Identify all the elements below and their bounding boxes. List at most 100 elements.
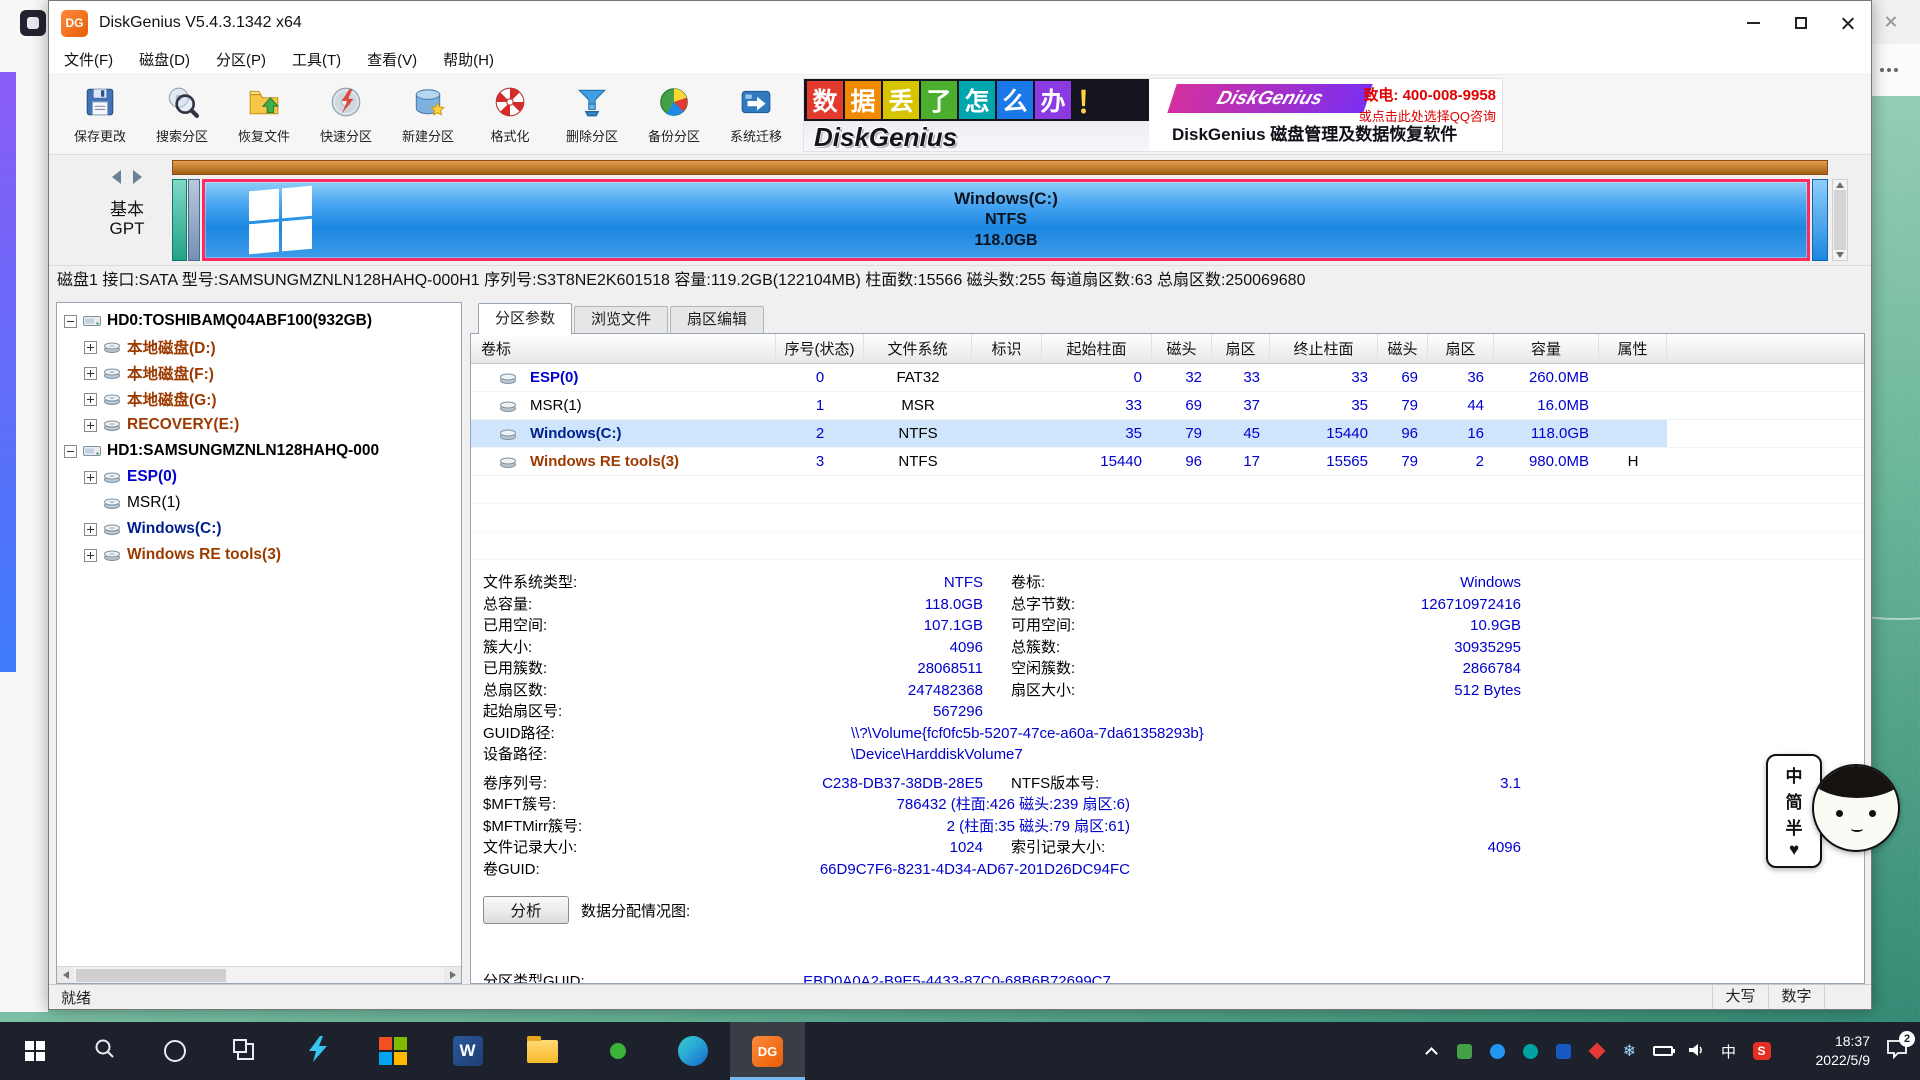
expand-icon[interactable] (84, 471, 97, 484)
col-start-sector[interactable]: 扇区 (1212, 334, 1270, 363)
tray-icon-blue-square[interactable] (1547, 1022, 1580, 1080)
backup-partition-button[interactable]: 备份分区 (633, 78, 715, 152)
esp-partition-segment[interactable] (172, 179, 187, 261)
expand-icon[interactable] (84, 393, 97, 406)
next-disk-icon[interactable] (133, 170, 142, 184)
app-edge[interactable] (655, 1022, 730, 1080)
quick-partition-button[interactable]: 快速分区 (305, 78, 387, 152)
taskbar-search-button[interactable] (70, 1022, 140, 1080)
app-word[interactable]: W (430, 1022, 505, 1080)
col-filesystem[interactable]: 文件系统 (864, 334, 972, 363)
expand-icon[interactable] (84, 367, 97, 380)
col-serial[interactable]: 序号(状态) (776, 334, 864, 363)
scroll-left-icon[interactable] (57, 967, 74, 983)
expand-icon[interactable] (84, 523, 97, 536)
tree-item-windows-c[interactable]: Windows(C:) (57, 516, 461, 542)
tray-icon-red[interactable] (1580, 1022, 1613, 1080)
tree-item-windows-re[interactable]: Windows RE tools(3) (57, 542, 461, 568)
windows-c-partition-segment[interactable]: Windows(C:) NTFS 118.0GB (202, 179, 1810, 261)
table-row-windows-re[interactable]: Windows RE tools(3) 3 NTFS 15440 96 17 1… (471, 448, 1864, 476)
tree-item-local-g[interactable]: 本地磁盘(G:) (57, 386, 461, 412)
menu-file[interactable]: 文件(F) (51, 49, 126, 70)
col-capacity[interactable]: 容量 (1494, 334, 1599, 363)
tree-item-hd1[interactable]: HD1:SAMSUNGMZNLN128HAHQ-000 (57, 438, 461, 464)
minimize-button[interactable] (1730, 1, 1777, 45)
delete-partition-button[interactable]: 删除分区 (551, 78, 633, 152)
tray-battery-icon[interactable] (1646, 1022, 1679, 1080)
prev-disk-icon[interactable] (112, 170, 121, 184)
app-green-browser[interactable] (580, 1022, 655, 1080)
task-view-button[interactable] (210, 1022, 280, 1080)
app-file-explorer[interactable] (505, 1022, 580, 1080)
menu-disk[interactable]: 磁盘(D) (126, 49, 203, 70)
tray-expand-button[interactable] (1415, 1022, 1448, 1080)
tray-icon-green[interactable] (1448, 1022, 1481, 1080)
app-lightning[interactable] (280, 1022, 355, 1080)
col-start-head[interactable]: 磁头 (1152, 334, 1212, 363)
tree-item-recovery-e[interactable]: RECOVERY(E:) (57, 412, 461, 438)
recover-files-button[interactable]: 恢复文件 (223, 78, 305, 152)
search-partition-button[interactable]: 搜索分区 (141, 78, 223, 152)
table-row-esp[interactable]: ESP(0) 0 FAT32 0 32 33 33 69 36 260.0MB (471, 364, 1864, 392)
re-tools-partition-segment[interactable] (1812, 179, 1828, 261)
collapse-icon[interactable] (64, 445, 77, 458)
taskbar-clock[interactable]: 18:37 2022/5/9 (1778, 1032, 1874, 1070)
maximize-button[interactable] (1777, 1, 1824, 45)
graph-vertical-scrollbar[interactable] (1832, 179, 1848, 261)
scroll-thumb[interactable] (1834, 190, 1846, 250)
system-migration-button[interactable]: 系统迁移 (715, 78, 797, 152)
menu-partition[interactable]: 分区(P) (203, 49, 279, 70)
col-volume[interactable]: 卷标 (471, 334, 776, 363)
tree-item-local-d[interactable]: 本地磁盘(D:) (57, 334, 461, 360)
col-end-cylinder[interactable]: 终止柱面 (1270, 334, 1378, 363)
tray-icon-blue-circle[interactable] (1481, 1022, 1514, 1080)
ime-status-widget[interactable]: 中 简 半 ♥ (1766, 752, 1906, 874)
menu-help[interactable]: 帮助(H) (430, 49, 507, 70)
menu-view[interactable]: 查看(V) (354, 49, 430, 70)
table-row-windows-c-selected[interactable]: Windows(C:) 2 NTFS 35 79 45 15440 96 16 … (471, 420, 1864, 448)
tray-volume-icon[interactable] (1679, 1022, 1712, 1080)
table-row-msr[interactable]: MSR(1) 1 MSR 33 69 37 35 79 44 16.0MB (471, 392, 1864, 420)
save-changes-button[interactable]: 保存更改 (59, 78, 141, 152)
app-microsoft[interactable] (355, 1022, 430, 1080)
tray-icon-teal[interactable] (1514, 1022, 1547, 1080)
menu-tools[interactable]: 工具(T) (279, 49, 354, 70)
scroll-down-icon[interactable] (1836, 252, 1844, 258)
col-flag[interactable]: 标识 (972, 334, 1042, 363)
cortana-button[interactable] (140, 1022, 210, 1080)
tree-item-hd0[interactable]: HD0:TOSHIBAMQ04ABF100(932GB) (57, 308, 461, 334)
scroll-up-icon[interactable] (1836, 182, 1844, 188)
app-diskgenius-active[interactable]: DG (730, 1022, 805, 1080)
ime-mascot[interactable] (1812, 756, 1904, 862)
tree-item-local-f[interactable]: 本地磁盘(F:) (57, 360, 461, 386)
expand-icon[interactable] (84, 341, 97, 354)
col-start-cylinder[interactable]: 起始柱面 (1042, 334, 1152, 363)
action-center-button[interactable]: 2 (1874, 1022, 1920, 1080)
ad-banner[interactable]: 数 据 丢 了 怎 么 办 ！ DiskGenius DiskGenius 致电… (803, 78, 1503, 152)
start-button[interactable] (0, 1022, 70, 1080)
col-end-sector[interactable]: 扇区 (1428, 334, 1494, 363)
collapse-icon[interactable] (64, 315, 77, 328)
detail-value: 2 (柱面:35 磁头:79 扇区:61) (688, 816, 1226, 838)
analyze-button[interactable]: 分析 (483, 896, 569, 924)
msr-partition-segment[interactable] (188, 179, 200, 261)
col-end-head[interactable]: 磁头 (1378, 334, 1428, 363)
scroll-right-icon[interactable] (444, 967, 461, 983)
tray-snowflake-icon[interactable]: ❄ (1613, 1022, 1646, 1080)
col-attribute[interactable]: 属性 (1599, 334, 1667, 363)
tree-horizontal-scrollbar[interactable] (57, 966, 461, 983)
tray-sogou-icon[interactable]: S (1745, 1022, 1778, 1080)
new-partition-button[interactable]: 新建分区 (387, 78, 469, 152)
scroll-thumb[interactable] (76, 969, 226, 982)
close-button[interactable] (1824, 1, 1871, 45)
format-button[interactable]: 格式化 (469, 78, 551, 152)
tab-browse-files[interactable]: 浏览文件 (574, 306, 668, 333)
expand-icon[interactable] (84, 419, 97, 432)
tray-ime-indicator[interactable]: 中 (1712, 1022, 1745, 1080)
resize-grip[interactable] (1824, 985, 1871, 1009)
tree-item-msr[interactable]: MSR(1) (57, 490, 461, 516)
expand-icon[interactable] (84, 549, 97, 562)
tab-partition-params[interactable]: 分区参数 (478, 303, 572, 334)
tab-sector-edit[interactable]: 扇区编辑 (670, 306, 764, 333)
tree-item-esp[interactable]: ESP(0) (57, 464, 461, 490)
